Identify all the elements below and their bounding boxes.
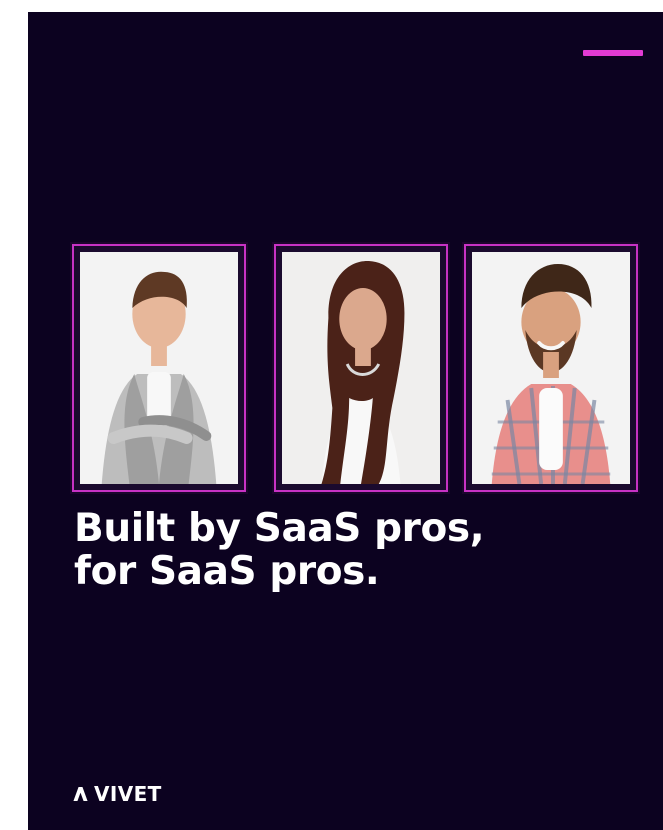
bearded-man-portrait-icon: [472, 252, 630, 484]
person-photo-1: [66, 238, 246, 492]
page-headline: Built by SaaS pros, for SaaS pros.: [74, 506, 614, 594]
hero-page: Built by SaaS pros, for SaaS pros. VIVET: [28, 12, 663, 830]
brand-logo: VIVET: [74, 780, 162, 808]
photo-image: [282, 252, 440, 484]
photo-image: [80, 252, 238, 484]
woman-portrait-icon: [282, 252, 440, 484]
man-portrait-icon: [80, 252, 238, 484]
brand-name: VIVET: [94, 782, 162, 806]
logo-mark-icon: [74, 785, 88, 803]
headline-line-2: for SaaS pros.: [74, 548, 380, 594]
photo-image: [472, 252, 630, 484]
person-photo-3: [458, 238, 638, 492]
photo-gallery: [66, 234, 654, 514]
person-photo-2: [268, 238, 448, 492]
accent-bar: [583, 50, 643, 56]
headline-line-1: Built by SaaS pros,: [74, 506, 485, 551]
